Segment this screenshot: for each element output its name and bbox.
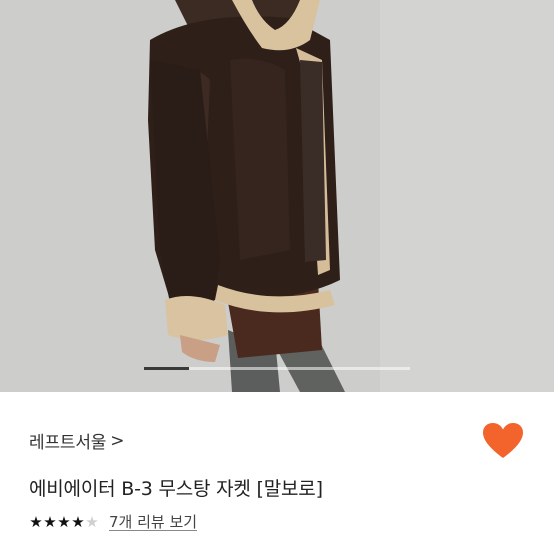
chevron-right-icon: > xyxy=(110,430,125,451)
star-icon: ★ xyxy=(43,513,57,531)
store-name: 레프트서울 xyxy=(29,433,107,453)
product-photo xyxy=(0,0,554,392)
star-icon: ★ xyxy=(57,513,71,531)
product-image-carousel[interactable] xyxy=(0,0,554,392)
carousel-progress-fill xyxy=(144,367,190,370)
star-rating: ★ ★ ★ ★ ★ xyxy=(29,515,99,530)
star-icon: ★ xyxy=(71,513,85,531)
reviews-link[interactable]: 7개 리뷰 보기 xyxy=(109,514,198,531)
store-link[interactable]: 레프트서울 > xyxy=(29,428,125,454)
carousel-progress-bar xyxy=(144,367,410,370)
rating-row: ★ ★ ★ ★ ★ 7개 리뷰 보기 xyxy=(29,514,198,531)
product-info: 레프트서울 > 에비에이터 B-3 무스탕 자켓 [말보로] ★ ★ ★ ★ ★ 7개 … xyxy=(0,392,554,554)
star-icon: ★ xyxy=(85,513,99,531)
star-icon: ★ xyxy=(29,513,43,531)
heart-icon[interactable] xyxy=(482,422,524,460)
product-title: 에비에이터 B-3 무스탕 자켓 [말보로] xyxy=(29,478,323,500)
